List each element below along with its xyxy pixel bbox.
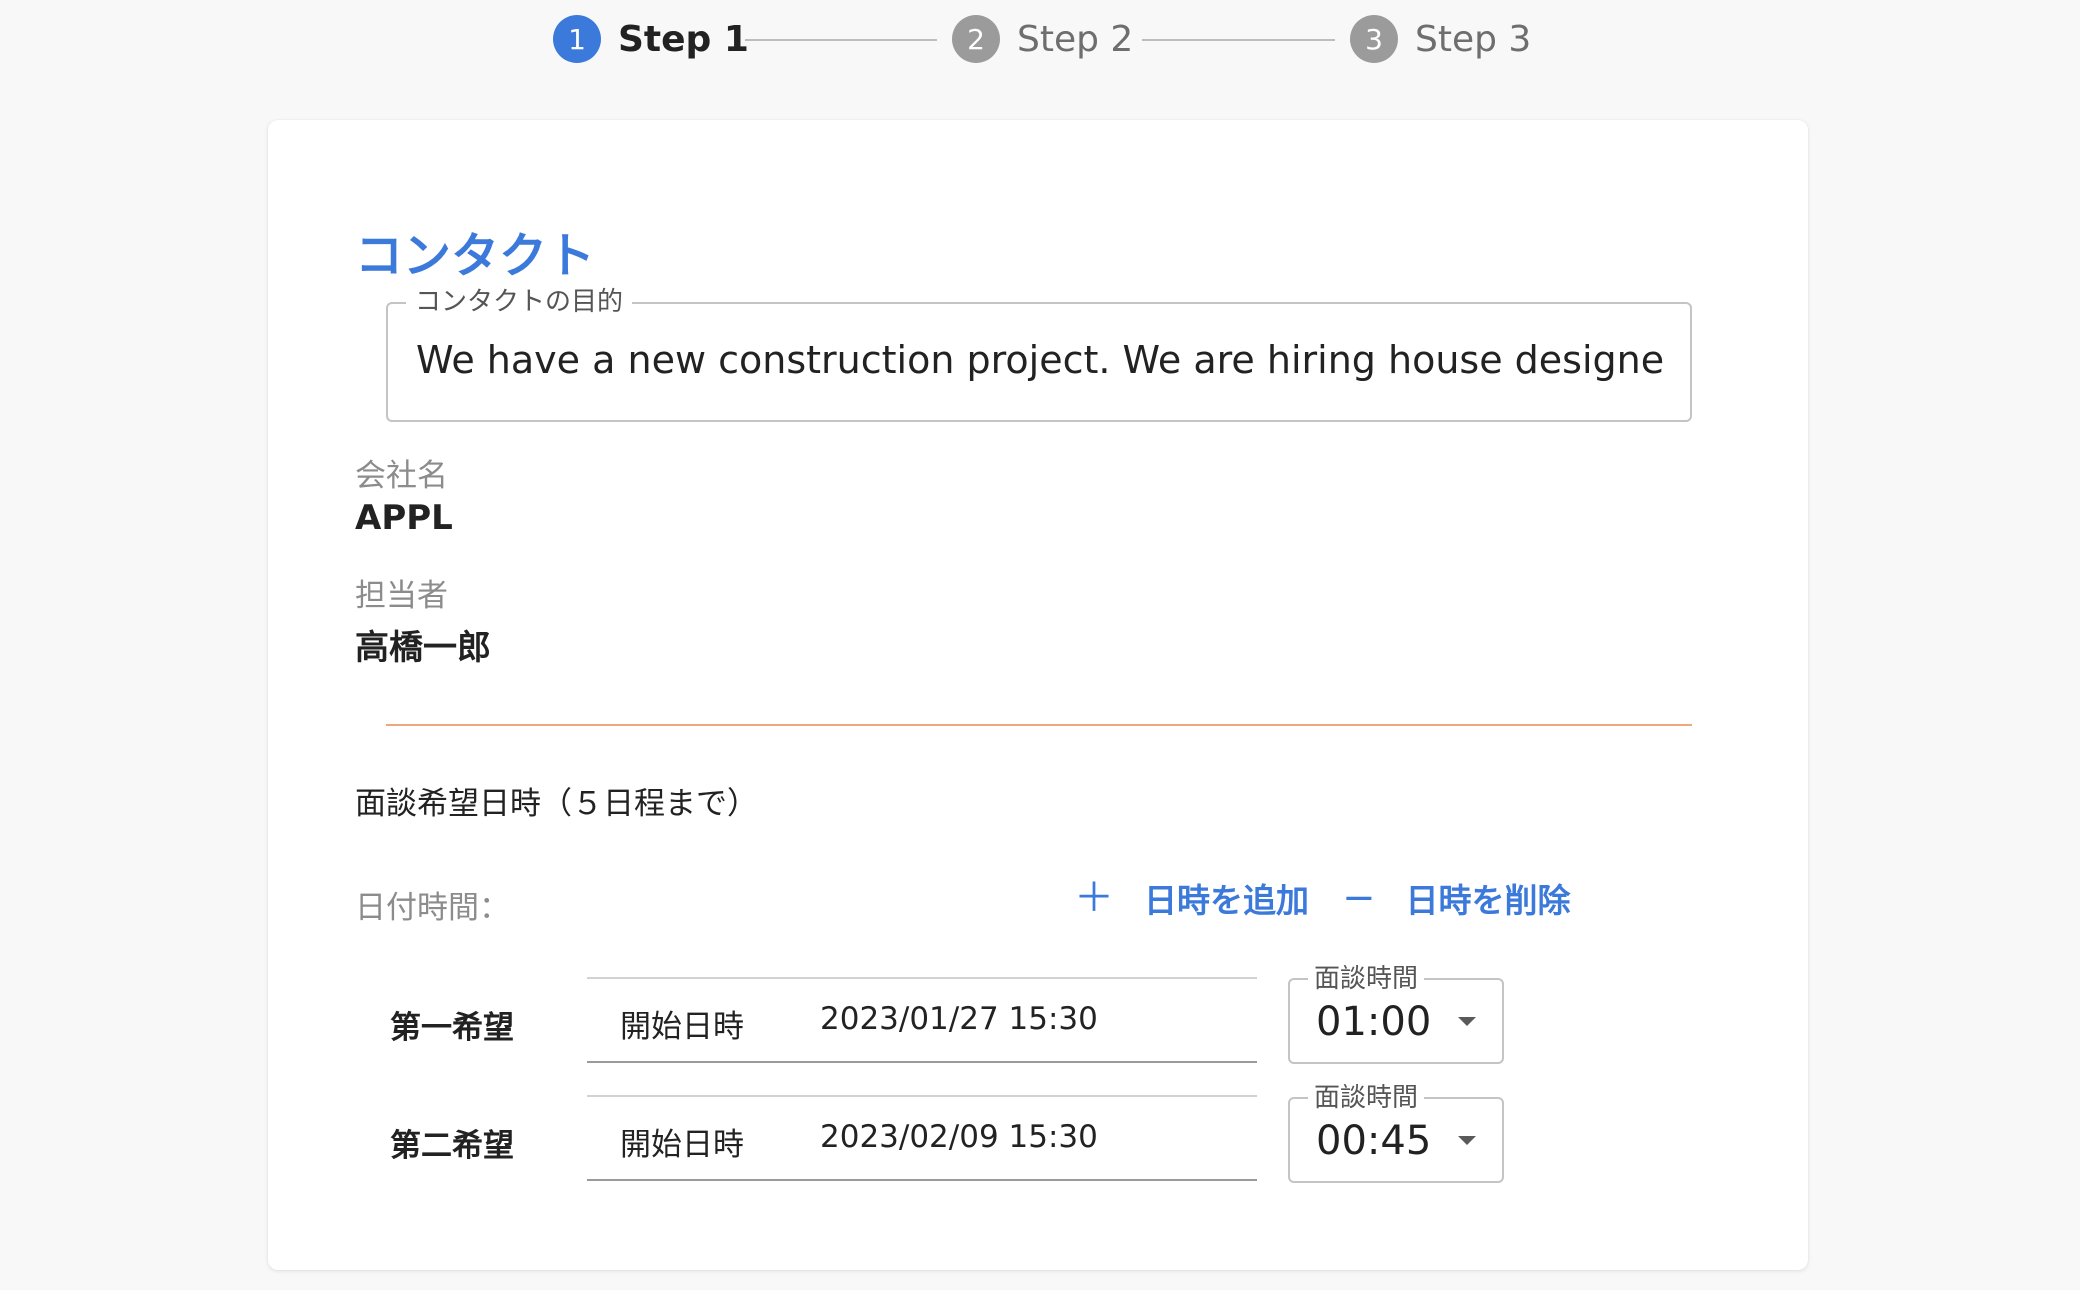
first-preference-duration-select[interactable]: 面談時間 01:00: [1288, 964, 1504, 1064]
stepper: 1 Step 1 2 Step 2 3 Step 3: [0, 0, 2080, 80]
second-preference-label: 第二希望: [390, 1128, 514, 1164]
duration-value: 01:00: [1316, 999, 1432, 1045]
purpose-field[interactable]: コンタクトの目的 We have a new construction proj…: [386, 287, 1692, 422]
interview-schedule-heading: 面談希望日時（５日程まで）: [355, 786, 758, 822]
step-3[interactable]: 3 Step 3: [1350, 15, 1531, 63]
contact-person-value: 高橋一郎: [355, 628, 491, 668]
duration-label: 面談時間: [1308, 1083, 1425, 1113]
duration-label: 面談時間: [1308, 964, 1425, 994]
step-1-label: Step 1: [618, 18, 749, 60]
start-datetime-label: 開始日時: [620, 1009, 744, 1045]
step-2-number: 2: [952, 15, 1000, 63]
step-2-label: Step 2: [1017, 18, 1134, 60]
plus-icon: ＋: [1074, 875, 1114, 921]
step-3-number: 3: [1350, 15, 1398, 63]
step-1[interactable]: 1 Step 1: [553, 15, 749, 63]
step-connector-1: [745, 39, 937, 41]
company-name-label: 会社名: [355, 458, 448, 494]
step-connector-2: [1142, 39, 1335, 41]
company-name-value: APPL: [355, 498, 453, 538]
contact-card: コンタクト コンタクトの目的 We have a new constructio…: [268, 120, 1808, 1270]
purpose-field-label: コンタクトの目的: [406, 287, 633, 317]
first-preference-label: 第一希望: [390, 1010, 514, 1046]
second-preference-start-field[interactable]: 開始日時 2023/02/09 15:30: [587, 1095, 1257, 1181]
start-datetime-label: 開始日時: [620, 1127, 744, 1163]
remove-datetime-button[interactable]: − 日時を削除: [1342, 876, 1571, 920]
section-divider: [386, 724, 1692, 726]
duration-value: 00:45: [1316, 1118, 1432, 1164]
contact-person-label: 担当者: [355, 578, 448, 614]
add-datetime-button[interactable]: ＋ 日時を追加: [1074, 876, 1309, 920]
datetime-label: 日付時間：: [355, 890, 510, 926]
dropdown-arrow-icon[interactable]: [1458, 1136, 1476, 1145]
second-preference-duration-select[interactable]: 面談時間 00:45: [1288, 1083, 1504, 1183]
minus-icon: −: [1342, 875, 1376, 921]
add-datetime-label: 日時を追加: [1144, 881, 1309, 920]
step-1-number: 1: [553, 15, 601, 63]
start-datetime-value[interactable]: 2023/02/09 15:30: [820, 1119, 1098, 1155]
first-preference-start-field[interactable]: 開始日時 2023/01/27 15:30: [587, 977, 1257, 1063]
step-3-label: Step 3: [1415, 18, 1532, 60]
remove-datetime-label: 日時を削除: [1405, 881, 1571, 920]
section-title: コンタクト: [355, 228, 596, 284]
start-datetime-value[interactable]: 2023/01/27 15:30: [820, 1001, 1098, 1037]
dropdown-arrow-icon[interactable]: [1458, 1017, 1476, 1026]
purpose-field-value[interactable]: We have a new construction project. We a…: [416, 336, 1664, 384]
step-2[interactable]: 2 Step 2: [952, 15, 1133, 63]
